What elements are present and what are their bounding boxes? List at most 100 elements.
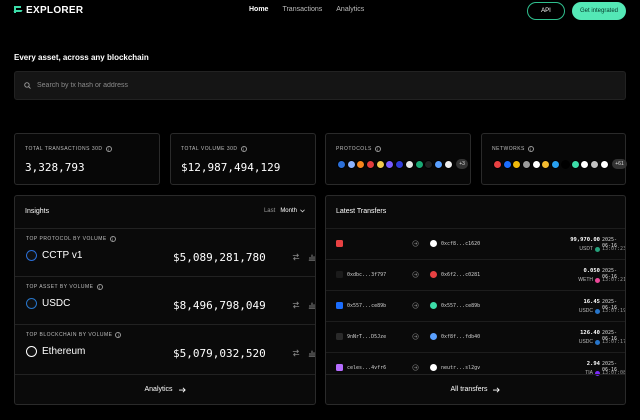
transfer-arrow-icon	[412, 364, 419, 371]
arrow-right-icon	[493, 387, 501, 392]
destination-chain-icon	[430, 302, 437, 309]
all-transfers-link[interactable]: All transfers	[326, 374, 625, 404]
logo-text: EXPLORER	[26, 5, 84, 16]
transfer-row[interactable]: 9nNrT...D5Jze 0xf8f...fdb40 126.40 USDC 2025…	[326, 321, 626, 352]
more-count-badge[interactable]: +3	[456, 159, 468, 169]
info-icon[interactable]: i	[527, 146, 534, 152]
token-symbol: USDC	[578, 339, 593, 345]
transfer-row[interactable]: 0x557...ce89b 0x557...ce89b 16.45 USDC 2025-…	[326, 290, 626, 321]
insight-name: USDC	[42, 298, 71, 309]
transfer-arrow-icon	[412, 240, 419, 247]
bar-chart-icon[interactable]	[308, 253, 316, 261]
destination-address[interactable]: 0x6f2...c0281	[441, 272, 480, 278]
destination-address[interactable]: 0x557...ce89b	[441, 303, 480, 309]
info-icon[interactable]: i	[96, 284, 103, 290]
nav-link-transactions[interactable]: Transactions	[282, 6, 322, 13]
stat-value: $12,987,494,129	[181, 161, 281, 174]
transfer-row[interactable]: 0xdbc...3f797 0x6f2...c0281 0.050 WETH 2025-…	[326, 259, 626, 290]
destination-address[interactable]: 0xf8f...fdb40	[441, 334, 480, 340]
compare-icon[interactable]	[292, 349, 300, 357]
stat-card-protocols[interactable]: PROTOCOLS i +3	[325, 133, 471, 185]
token-icon	[595, 308, 600, 314]
protocol-icons: +3	[337, 159, 468, 169]
transfer-row[interactable]: 0xcf8...c1620 99,970.00 USDT 2025-06-16 13:0…	[326, 228, 626, 259]
protocol-logo-icon	[404, 159, 414, 169]
info-icon[interactable]: i	[109, 236, 116, 242]
search-input[interactable]	[37, 82, 597, 89]
info-icon[interactable]: i	[115, 332, 122, 338]
cctp-icon	[26, 250, 37, 261]
arrow-right-icon	[178, 387, 186, 392]
network-logo-icon	[522, 159, 532, 169]
network-logo-icon	[560, 159, 570, 169]
network-logo-icon	[502, 159, 512, 169]
network-logo-icon	[493, 159, 502, 169]
stat-card-transactions: TOTAL TRANSACTIONS 30D i 3,328,793	[14, 133, 160, 185]
more-count-badge[interactable]: +61	[612, 159, 627, 169]
info-icon[interactable]: i	[374, 146, 381, 152]
period-dropdown[interactable]: Month	[280, 208, 305, 214]
nav-link-analytics[interactable]: Analytics	[336, 6, 364, 13]
nav-link-home[interactable]: Home	[249, 6, 268, 13]
protocol-logo-icon	[366, 159, 376, 169]
token-icon	[595, 339, 600, 345]
source-chain-icon	[336, 271, 343, 278]
analytics-link[interactable]: Analytics	[15, 374, 315, 404]
compare-icon[interactable]	[292, 253, 300, 261]
token-symbol: USDT	[579, 246, 593, 252]
network-logo-icon	[599, 159, 609, 169]
source-address[interactable]: 9nNrT...D5Jze	[347, 334, 386, 340]
api-button[interactable]: API	[527, 2, 565, 20]
insight-row: TOP PROTOCOL BY VOLUME i CCTP v1 $5,089,281…	[15, 228, 316, 276]
source-chain-icon	[336, 302, 343, 309]
transfer-arrow-icon	[412, 333, 419, 340]
usdc-icon	[26, 298, 37, 309]
source-address[interactable]: 0xdbc...3f797	[347, 272, 386, 278]
transfers-panel: Latest Transfers 0xcf8...c1620 99,970.00 U…	[325, 195, 626, 405]
period-value: Month	[280, 208, 297, 214]
period-selector[interactable]: Last Month	[264, 208, 305, 214]
all-transfers-label: All transfers	[450, 386, 488, 393]
transfer-time: 13:07:21	[602, 277, 626, 283]
network-logo-icon	[570, 159, 580, 169]
transfer-amount: 99,970.00	[570, 237, 600, 243]
chevron-down-icon	[300, 209, 305, 213]
network-logo-icon	[580, 159, 590, 169]
insight-label: TOP BLOCKCHAIN BY VOLUME	[26, 332, 113, 338]
transfer-time: 13:07:17	[602, 339, 626, 345]
info-icon[interactable]: i	[240, 146, 247, 152]
protocol-logo-icon	[433, 159, 443, 169]
stat-card-networks[interactable]: NETWORKS i +61	[481, 133, 627, 185]
source-chain-icon	[336, 240, 343, 247]
stat-label: TOTAL VOLUME 30D	[181, 146, 238, 152]
transfer-time: 13:07:19	[602, 308, 626, 314]
stat-value: 3,328,793	[25, 161, 85, 174]
search-bar[interactable]	[14, 71, 626, 100]
protocol-logo-icon	[443, 159, 453, 169]
protocol-logo-icon	[414, 159, 424, 169]
info-icon[interactable]: i	[105, 146, 112, 152]
insight-name: CCTP v1	[42, 250, 83, 261]
destination-address[interactable]: neutr...sl2gv	[441, 365, 480, 371]
analytics-link-label: Analytics	[144, 386, 173, 393]
get-integrated-button[interactable]: Get integrated	[572, 2, 626, 20]
insight-row: TOP ASSET BY VOLUME i USDC $8,496,798,049	[15, 276, 316, 324]
bar-chart-icon[interactable]	[308, 349, 316, 357]
insight-name: Ethereum	[42, 346, 86, 357]
source-address[interactable]: 0x557...ce89b	[347, 303, 386, 309]
protocol-logo-icon	[346, 159, 356, 169]
network-logo-icon	[512, 159, 522, 169]
protocol-logo-icon	[424, 159, 434, 169]
insight-amount: $5,079,032,520	[173, 347, 266, 360]
transfer-time: 13:07:23	[602, 246, 626, 252]
token-icon	[595, 246, 600, 252]
stat-label: NETWORKS	[492, 146, 525, 152]
transfer-arrow-icon	[412, 302, 419, 309]
transfer-arrow-icon	[412, 271, 419, 278]
logo[interactable]: EXPLORER	[14, 5, 83, 16]
stat-label: TOTAL TRANSACTIONS 30D	[25, 146, 103, 152]
bar-chart-icon[interactable]	[308, 301, 316, 309]
source-address[interactable]: celes...4vfr6	[347, 365, 386, 371]
destination-address[interactable]: 0xcf8...c1620	[441, 241, 480, 247]
compare-icon[interactable]	[292, 301, 300, 309]
